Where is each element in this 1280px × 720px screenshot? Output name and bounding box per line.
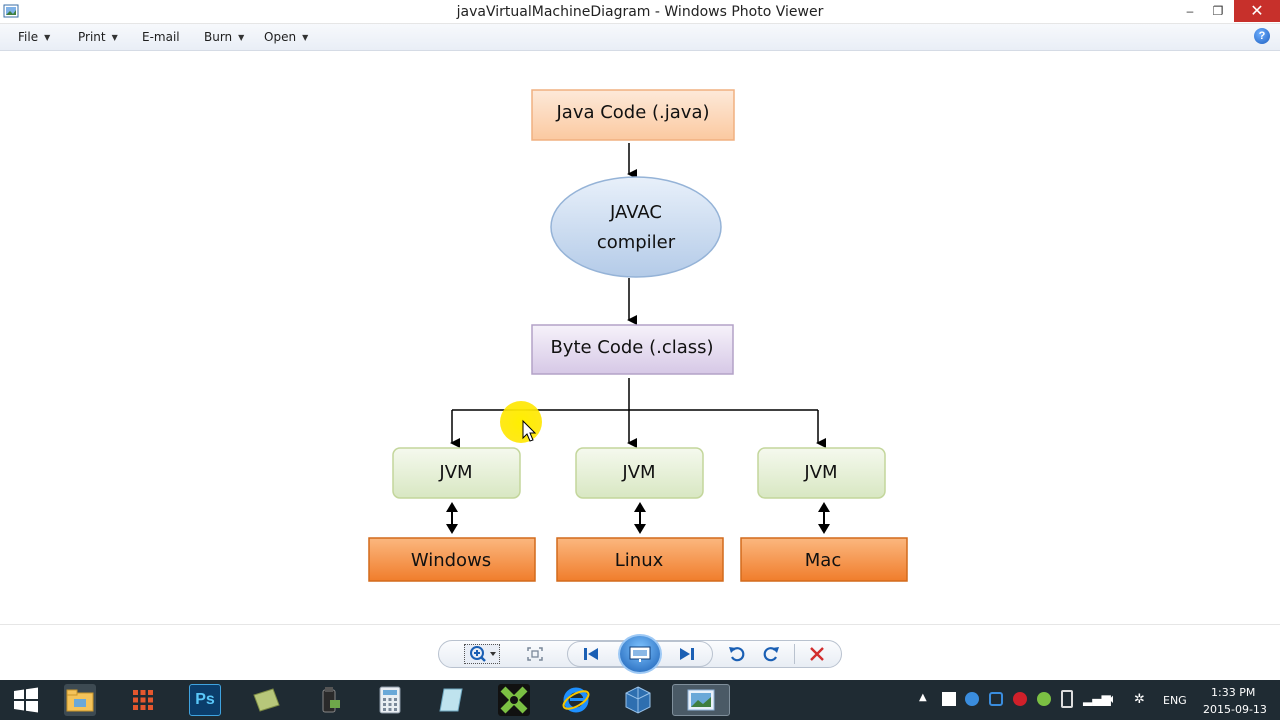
fit-icon[interactable]	[524, 644, 546, 664]
rotate-left-icon[interactable]	[726, 644, 748, 664]
clock-date[interactable]: 2015-09-13	[1203, 703, 1267, 716]
javac-compiler-ellipse	[550, 176, 722, 278]
settings-tray-icon[interactable]: ✲	[1134, 692, 1145, 707]
virtualbox-icon[interactable]	[622, 684, 654, 716]
network-signal-icon[interactable]: ▂▄▆	[1083, 692, 1111, 706]
rotate-right-icon[interactable]	[760, 644, 782, 664]
clock-time[interactable]: 1:33 PM	[1211, 686, 1255, 699]
double-arrow-windows	[446, 502, 458, 534]
sync-icon[interactable]	[965, 692, 979, 706]
camtasia-icon[interactable]	[498, 684, 530, 716]
menu-print-label: Print	[78, 30, 106, 44]
zoom-icon[interactable]	[464, 644, 500, 664]
java-code-label: Java Code (.java)	[555, 102, 709, 123]
platform-label-mac: Mac	[805, 550, 841, 571]
byte-code-label: Byte Code (.class)	[550, 337, 713, 358]
jvm-label-mac: JVM	[803, 462, 837, 483]
menu-file[interactable]: File ▼	[18, 30, 50, 44]
platform-label-windows: Windows	[411, 550, 491, 571]
antivirus-icon[interactable]	[1013, 692, 1027, 706]
glass-app-icon[interactable]	[436, 684, 468, 716]
menu-email[interactable]: E-mail	[142, 30, 180, 44]
cursor-highlight	[500, 401, 542, 443]
platform-label-linux: Linux	[615, 550, 664, 571]
menu-bar: File ▼ Print ▼ E-mail Burn ▼ Open ▼ ?	[0, 24, 1280, 51]
menu-file-label: File	[18, 30, 39, 44]
close-button[interactable]: ✕	[1234, 0, 1280, 22]
calculator-icon[interactable]	[374, 684, 406, 716]
menu-open[interactable]: Open ▼	[264, 30, 308, 44]
show-hidden-icons-icon[interactable]: ▲	[919, 692, 927, 703]
battery-icon[interactable]	[1061, 690, 1073, 708]
delete-icon[interactable]	[806, 644, 828, 664]
next-icon[interactable]	[676, 644, 698, 664]
window-title: javaVirtualMachineDiagram - Windows Phot…	[456, 4, 824, 20]
double-arrow-mac	[818, 502, 830, 534]
double-arrow-linux	[634, 502, 646, 534]
previous-icon[interactable]	[580, 644, 602, 664]
menu-print[interactable]: Print ▼	[78, 30, 118, 44]
apps-grid-icon[interactable]	[127, 684, 159, 716]
start-windows-icon[interactable]	[10, 684, 42, 716]
photoshop-icon[interactable]: Ps	[189, 684, 221, 716]
volume-icon[interactable]: 🔈︎	[1109, 692, 1117, 707]
jvm-diagram-image: Java Code (.java) JAVAC compiler Byte Co…	[366, 84, 914, 592]
minimize-button[interactable]: –	[1176, 0, 1204, 22]
jvm-label-windows: JVM	[438, 462, 472, 483]
chevron-down-icon: ▼	[302, 32, 309, 42]
photo-viewer-task-icon[interactable]	[672, 684, 730, 716]
maximize-button[interactable]: ❐	[1204, 0, 1232, 22]
menu-email-label: E-mail	[142, 30, 180, 44]
menu-burn-label: Burn	[204, 30, 233, 44]
slideshow-icon[interactable]	[618, 634, 662, 674]
menu-burn[interactable]: Burn ▼	[204, 30, 244, 44]
file-explorer-icon[interactable]	[64, 684, 96, 716]
security-check-icon[interactable]	[1037, 692, 1051, 706]
jvm-label-linux: JVM	[621, 462, 655, 483]
toolbar-divider	[794, 644, 795, 664]
chevron-down-icon: ▼	[111, 32, 118, 42]
action-center-icon[interactable]	[942, 692, 956, 706]
compiler-label: compiler	[597, 232, 676, 253]
chevron-down-icon: ▼	[238, 32, 245, 42]
power-icon[interactable]	[989, 692, 1003, 706]
chevron-down-icon: ▼	[44, 32, 51, 42]
javac-label: JAVAC	[609, 202, 662, 223]
notes-app-icon[interactable]	[250, 684, 282, 716]
language-indicator[interactable]: ENG	[1163, 694, 1187, 707]
internet-explorer-icon[interactable]	[560, 684, 592, 716]
camcorder-icon[interactable]	[313, 684, 345, 716]
menu-open-label: Open	[264, 30, 297, 44]
help-icon[interactable]: ?	[1254, 28, 1270, 44]
title-bar: javaVirtualMachineDiagram - Windows Phot…	[0, 0, 1280, 24]
